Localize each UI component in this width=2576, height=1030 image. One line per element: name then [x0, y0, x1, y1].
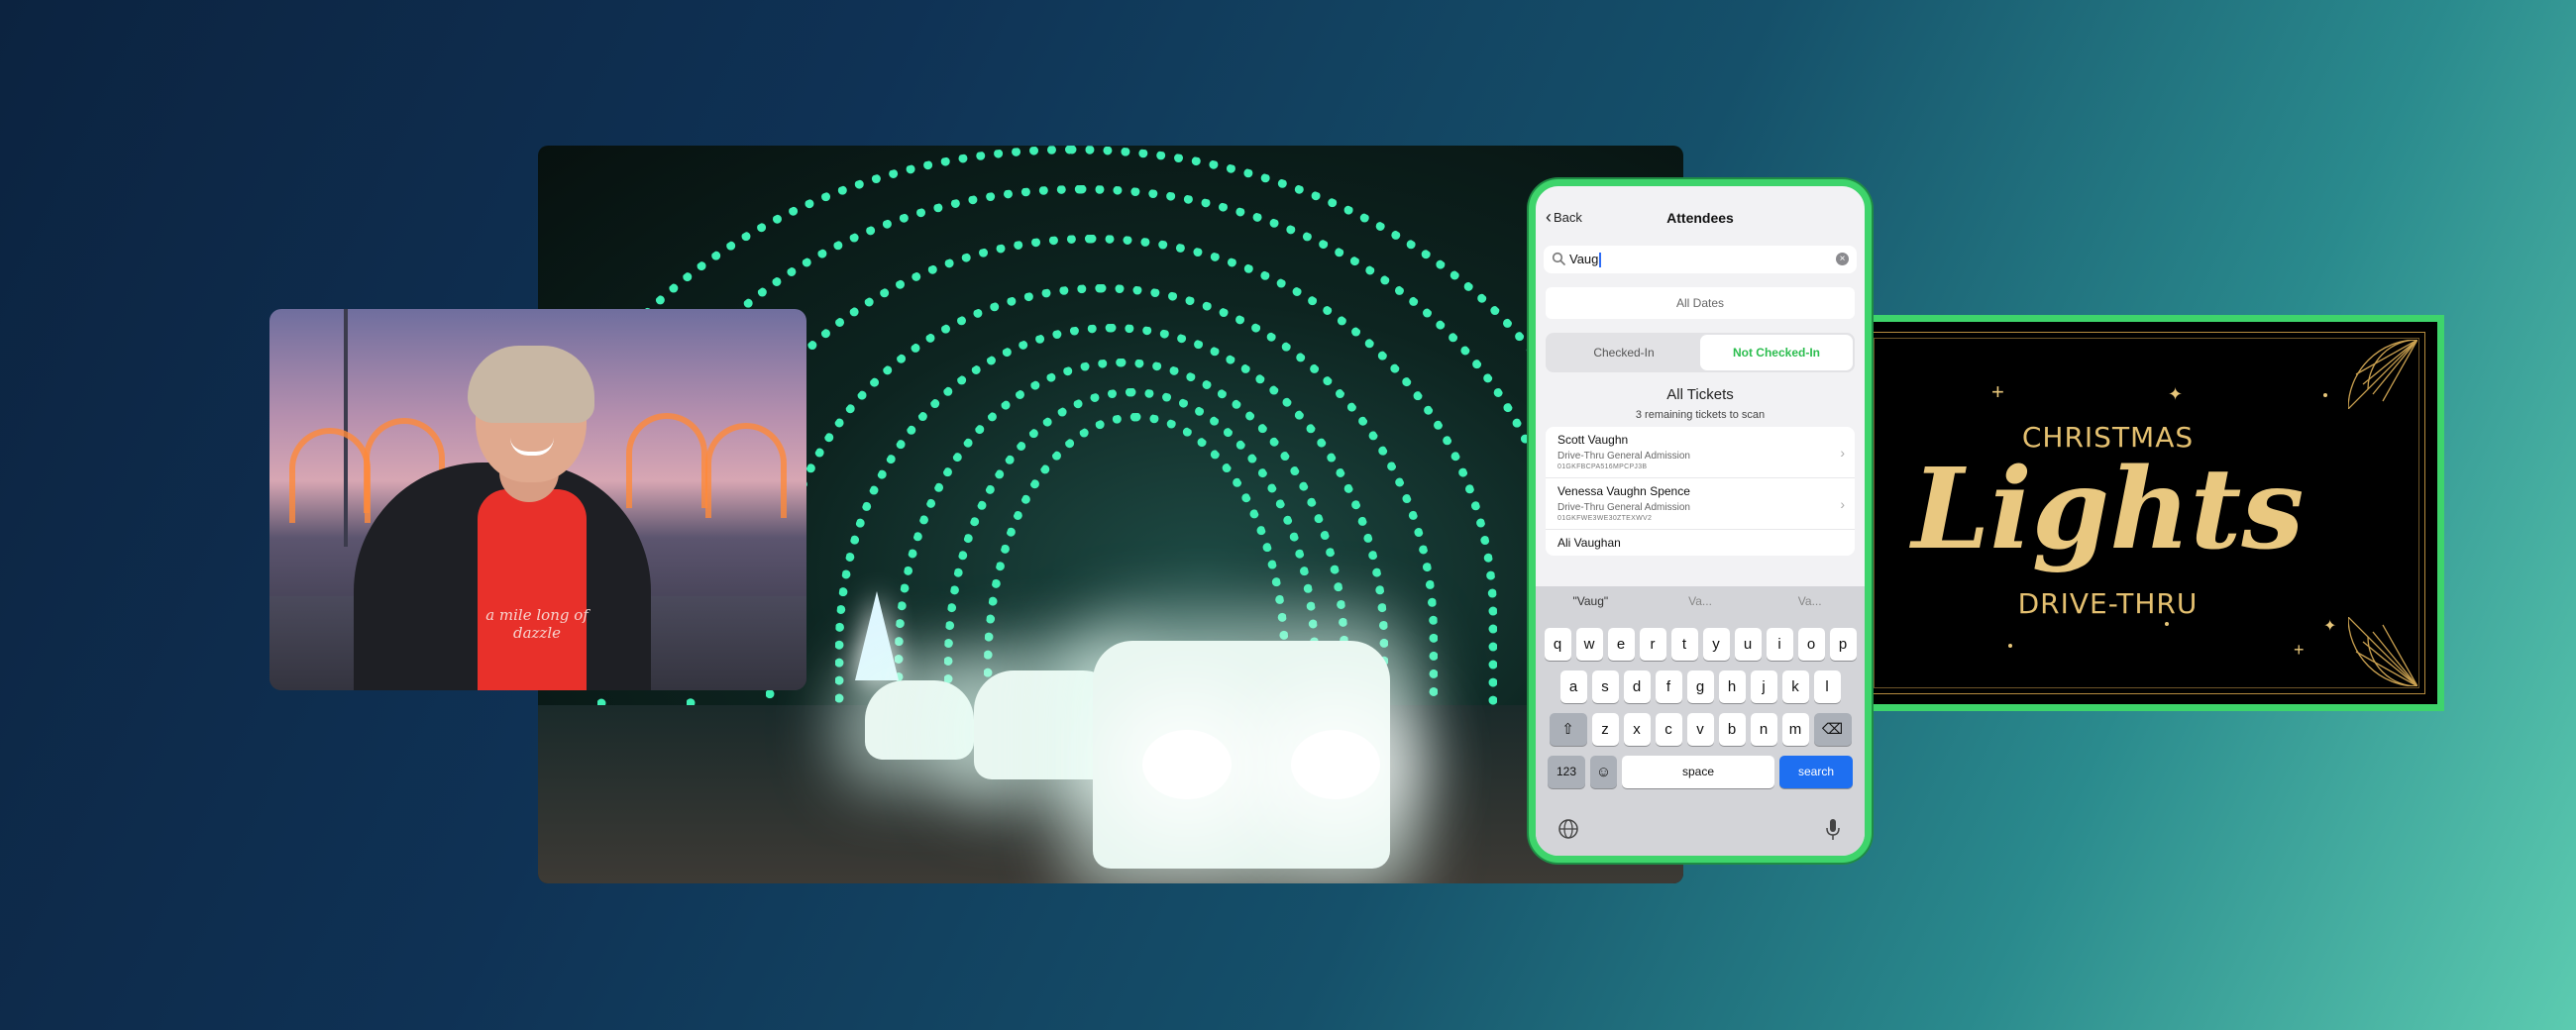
key-d[interactable]: d — [1623, 670, 1651, 703]
search-field[interactable]: Vaug × — [1544, 246, 1857, 273]
sparkle-icon: + — [2294, 640, 2305, 660]
globe-icon[interactable] — [1557, 818, 1579, 840]
tab-checked-in[interactable]: Checked-In — [1548, 335, 1700, 370]
list-item[interactable]: Scott Vaughn Drive-Thru General Admissio… — [1546, 427, 1855, 478]
attendee-list: Scott Vaughn Drive-Thru General Admissio… — [1546, 427, 1855, 556]
tickets-title: All Tickets — [1666, 386, 1734, 403]
sparkle-icon: ✦ — [2168, 384, 2184, 404]
key-v[interactable]: v — [1686, 713, 1714, 746]
microphone-icon[interactable] — [1825, 818, 1841, 842]
numbers-key[interactable]: 123 — [1548, 756, 1585, 788]
keyboard-row: asdfghjkl — [1536, 670, 1865, 703]
light-arch — [289, 428, 371, 523]
keyboard-footer — [1536, 818, 1865, 842]
sparkle-icon: + — [1991, 379, 2004, 404]
emoji-key[interactable]: ☺ — [1590, 756, 1617, 788]
light-arch — [626, 413, 707, 508]
search-key[interactable]: search — [1779, 756, 1853, 788]
space-key[interactable]: space — [1622, 756, 1774, 788]
suggestion[interactable]: "Vaug" — [1536, 586, 1646, 618]
key-l[interactable]: l — [1813, 670, 1841, 703]
keyboard-row: 123 ☺ space search — [1536, 756, 1865, 788]
fan-ornament-icon — [2348, 617, 2417, 686]
headlight — [1142, 730, 1232, 799]
key-y[interactable]: y — [1702, 628, 1730, 661]
search-icon — [1552, 252, 1565, 265]
page-title: Attendees — [1666, 210, 1734, 226]
key-o[interactable]: o — [1797, 628, 1825, 661]
fan-ornament-icon — [2348, 340, 2417, 409]
christmas-lights-banner: + ✦ ✦ + CHRISTMAS Lights DRIVE-THRU — [1858, 315, 2444, 711]
shirt-text: a mile long of dazzle — [485, 606, 589, 642]
search-value: Vaug — [1569, 252, 1599, 266]
key-j[interactable]: j — [1750, 670, 1777, 703]
list-item[interactable]: Ali Vaughan — [1546, 530, 1855, 556]
attendee-name: Scott Vaughn — [1557, 433, 1629, 447]
key-t[interactable]: t — [1670, 628, 1698, 661]
star-dot — [2323, 393, 2327, 397]
ticket-code: 01GKFWE3WE30ZTEXWV2 — [1557, 515, 1653, 522]
banner-drive-thru: DRIVE-THRU — [2017, 587, 2199, 620]
key-w[interactable]: w — [1575, 628, 1603, 661]
list-item[interactable]: Venessa Vaughn Spence Drive-Thru General… — [1546, 478, 1855, 530]
letter-keys: zxcvbnm — [1591, 713, 1809, 746]
light-tree — [855, 591, 899, 680]
backspace-key[interactable]: ⌫ — [1813, 713, 1852, 746]
keyboard-row: qwertyuiop — [1536, 628, 1865, 661]
woman-photo: a mile long of dazzle — [269, 309, 806, 690]
key-f[interactable]: f — [1655, 670, 1682, 703]
sparkle-icon: ✦ — [2323, 618, 2337, 635]
star-dot — [2008, 644, 2012, 648]
ticket-type: Drive-Thru General Admission — [1557, 451, 1690, 462]
key-i[interactable]: i — [1766, 628, 1793, 661]
key-p[interactable]: p — [1829, 628, 1857, 661]
person-shirt — [478, 489, 587, 690]
shift-key[interactable]: ⇧ — [1549, 713, 1587, 746]
key-c[interactable]: c — [1655, 713, 1682, 746]
key-g[interactable]: g — [1686, 670, 1714, 703]
headlight — [1291, 730, 1380, 799]
key-q[interactable]: q — [1544, 628, 1571, 661]
tab-not-checked-in[interactable]: Not Checked-In — [1700, 335, 1853, 370]
key-k[interactable]: k — [1781, 670, 1809, 703]
car — [865, 680, 974, 760]
text-caret — [1599, 253, 1602, 268]
clear-icon[interactable]: × — [1836, 253, 1849, 265]
ticket-type: Drive-Thru General Admission — [1557, 502, 1690, 513]
chevron-right-icon: › — [1840, 496, 1845, 512]
key-r[interactable]: r — [1639, 628, 1666, 661]
tickets-subtitle: 3 remaining tickets to scan — [1635, 409, 1766, 421]
nav-bar: ‹ Back Attendees — [1536, 186, 1865, 246]
keyboard-row: ⇧ zxcvbnm ⌫ — [1536, 713, 1865, 746]
banner-lights: Lights — [1911, 445, 2305, 574]
dates-filter-button[interactable]: All Dates — [1546, 287, 1855, 319]
key-x[interactable]: x — [1623, 713, 1651, 746]
attendee-name: Ali Vaughan — [1557, 536, 1621, 550]
key-z[interactable]: z — [1591, 713, 1619, 746]
light-arch — [705, 423, 787, 518]
person-hair — [468, 346, 594, 423]
key-e[interactable]: e — [1607, 628, 1635, 661]
key-s[interactable]: s — [1591, 670, 1619, 703]
keyboard: "Vaug" Va... Va... qwertyuiop asdfghjkl … — [1536, 586, 1865, 856]
key-m[interactable]: m — [1781, 713, 1809, 746]
phone-app: ‹ Back Attendees Vaug × All Dates Checke… — [1529, 179, 1872, 863]
suggestion-bar: "Vaug" Va... Va... — [1536, 586, 1865, 618]
ticket-code: 01GKFBCPA516MPCPJ3B — [1557, 464, 1648, 470]
suggestion[interactable]: Va... — [1755, 586, 1865, 618]
key-n[interactable]: n — [1750, 713, 1777, 746]
key-a[interactable]: a — [1559, 670, 1587, 703]
key-h[interactable]: h — [1718, 670, 1746, 703]
star-dot — [2165, 622, 2169, 626]
checkin-segmented-control: Checked-In Not Checked-In — [1546, 333, 1855, 372]
chevron-right-icon: › — [1840, 445, 1845, 461]
key-u[interactable]: u — [1734, 628, 1762, 661]
search-input[interactable]: Vaug — [1569, 252, 1602, 268]
attendee-name: Venessa Vaughn Spence — [1557, 484, 1690, 498]
key-b[interactable]: b — [1718, 713, 1746, 746]
suggestion[interactable]: Va... — [1646, 586, 1756, 618]
